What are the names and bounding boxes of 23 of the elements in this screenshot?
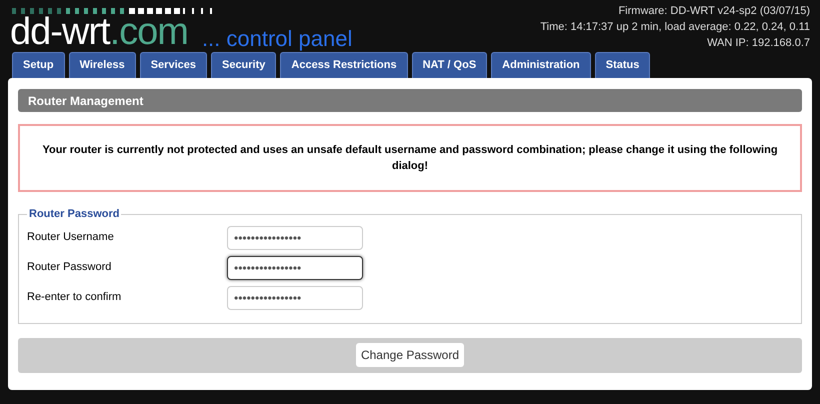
nav-tab[interactable]: Setup (12, 52, 65, 78)
logo: dd-wrt.com (10, 12, 188, 52)
nav-tab[interactable]: Security (210, 52, 276, 78)
tagline: ... control panel (202, 26, 352, 52)
fieldset-legend: Router Password (27, 206, 122, 222)
field-label: Re-enter to confirm (27, 290, 122, 306)
status-text: Time: 14:17:37 up 2 min, load average: 0.22, 0.24, 0.11 (540, 20, 810, 35)
field-label: Router Password (27, 260, 112, 276)
nav-tab[interactable]: Wireless (68, 52, 136, 78)
password-field[interactable]: •••••••••••••••• (227, 256, 363, 280)
nav-tab[interactable]: Administration (491, 52, 591, 78)
field-label: Router Username (27, 230, 115, 246)
nav-tab[interactable]: NAT / QoS (412, 52, 488, 78)
status-text: Firmware: DD-WRT v24-sp2 (03/07/15) (618, 4, 810, 19)
change-password-button[interactable]: Change Password (356, 343, 464, 367)
password-field[interactable]: •••••••••••••••• (227, 226, 363, 250)
password-field[interactable]: •••••••••••••••• (227, 286, 363, 310)
nav-tab[interactable]: Access Restrictions (280, 52, 408, 78)
nav-tab[interactable]: Services (140, 52, 207, 78)
warning-box: Your router is currently not protected and uses an unsafe default username and password combination; please change it using the following dialog! (18, 124, 802, 192)
nav-tab[interactable]: Status (594, 52, 650, 78)
section-header: Router Management (18, 89, 802, 112)
status-text: WAN IP: 192.168.0.7 (707, 36, 810, 51)
